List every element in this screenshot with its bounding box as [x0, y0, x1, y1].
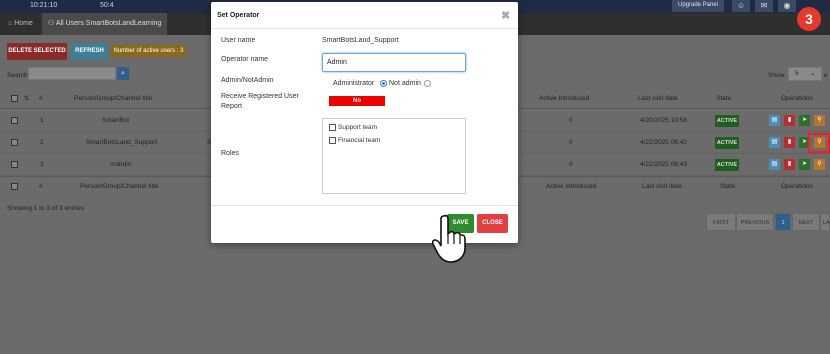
entries-info: Showing 1 to 3 of 3 entries [7, 205, 84, 212]
user-icon[interactable]: ☺ [732, 0, 750, 12]
page-last-button[interactable]: LA [820, 213, 830, 231]
page-previous-button[interactable]: PREVIOUS [736, 213, 774, 231]
row-checkbox[interactable] [11, 161, 18, 168]
view-icon[interactable]: ▤ [769, 137, 780, 148]
modal-title: Set Operator [217, 12, 260, 19]
col-last-visit[interactable]: Last visit date [638, 89, 678, 109]
clock-text: 10:21:10 [30, 2, 58, 9]
support-team-checkbox[interactable] [329, 124, 336, 131]
row-active: 0 [569, 161, 573, 168]
support-team-label: Support team [338, 124, 378, 131]
status-badge: ACTIVE [715, 159, 739, 171]
page-size-value: 5 [795, 70, 799, 77]
row-date: 4/20/2025 10:58 [640, 117, 687, 124]
financial-team-checkbox[interactable] [329, 137, 336, 144]
select-all-checkbox-footer[interactable] [11, 183, 18, 190]
send-icon[interactable]: ➤ [799, 115, 810, 126]
operator-name-value: Admin [327, 59, 347, 66]
show-suffix: e [824, 72, 828, 79]
select-all-checkbox[interactable] [11, 95, 18, 102]
delete-selected-button[interactable]: DELETE SELECTED [7, 43, 67, 60]
row-checkbox[interactable] [11, 139, 18, 146]
status-badge: ACTIVE [715, 115, 739, 127]
operator-name-input[interactable]: Admin [322, 53, 466, 72]
col-state-footer: State [720, 183, 736, 190]
row-active: 0 [569, 139, 573, 146]
col-last-visit-footer: Last visit date [642, 183, 682, 190]
user-name-label: User name [221, 37, 256, 44]
status-badge: ACTIVE [715, 137, 739, 149]
col-operations-footer: Operations [781, 183, 813, 190]
page-size-select[interactable]: 5 ⌄ [788, 67, 822, 81]
admin-label: Admin/NotAdmin [221, 77, 274, 84]
delete-icon[interactable]: ▮ [784, 159, 795, 170]
col-title[interactable]: Person/Group/Channel title [74, 89, 152, 109]
row-checkbox[interactable] [11, 117, 18, 124]
delete-icon[interactable]: ▮ [784, 115, 795, 126]
tab-home[interactable]: ⌂ Home [2, 13, 39, 35]
step-badge: 3 [797, 7, 821, 31]
highlight-box [808, 133, 830, 153]
view-icon[interactable]: ▤ [769, 159, 780, 170]
set-operator-icon[interactable]: ⚲ [814, 115, 825, 126]
close-button[interactable]: CLOSE [477, 214, 508, 233]
roles-list: Support team Financial team [322, 118, 466, 194]
roles-label: Roles [221, 150, 239, 157]
active-users-badge: Number of active users : 3 [111, 45, 186, 57]
megaphone-icon[interactable]: ✉ [755, 0, 773, 12]
row-number: 1 [40, 117, 44, 124]
row-title: SmartBot [102, 117, 130, 124]
globe-icon[interactable]: ◉ [778, 0, 796, 12]
administrator-radio[interactable] [380, 80, 387, 87]
users-icon: ⚇ [48, 20, 55, 27]
row-number: 2 [40, 139, 44, 146]
upgrade-panel-button[interactable]: Upgrade Panel [672, 0, 724, 12]
row-date: 4/22/2025 06:42 [640, 139, 687, 146]
administrator-option-label: Administrator [333, 80, 375, 87]
status-text: 50:4 [100, 2, 114, 9]
col-number-footer: # [39, 183, 43, 190]
row-date: 4/22/2025 06:43 [640, 161, 687, 168]
row-number: 3 [40, 161, 44, 168]
col-operations: Operations [781, 95, 813, 102]
col-active-introduced[interactable]: Active Introduced [539, 89, 589, 109]
chevron-down-icon: ⌄ [810, 70, 816, 77]
modal-divider [211, 28, 518, 29]
home-icon: ⌂ [8, 20, 13, 27]
send-icon[interactable]: ➤ [799, 159, 810, 170]
close-icon[interactable]: ✖ [501, 9, 510, 22]
row-title: SmartBotsLand_Support [86, 139, 158, 146]
col-number[interactable]: # [39, 89, 43, 109]
delete-icon[interactable]: ▮ [784, 137, 795, 148]
user-name-value: SmartBotsLand_Support [322, 37, 399, 44]
page-next-button[interactable]: NEXT [792, 213, 820, 231]
receive-report-toggle[interactable]: No [329, 96, 385, 106]
operator-name-label: Operator name [221, 56, 269, 63]
not-admin-radio[interactable] [424, 80, 431, 87]
pointer-hand-icon [432, 214, 466, 263]
not-admin-option-label: Not admin [389, 80, 421, 87]
page-first-button[interactable]: FIRST [706, 213, 736, 231]
financial-team-label: Financial team [338, 137, 381, 144]
page-current-button[interactable]: 1 [775, 213, 791, 231]
row-title: mahdis [110, 161, 131, 168]
search-input[interactable] [28, 67, 116, 80]
tab-all-users[interactable]: ⚇ All Users SmartBotsLandLearning [42, 13, 168, 35]
modal-footer-divider [211, 205, 518, 206]
receive-report-label: Receive Registered User Report [221, 93, 299, 110]
view-icon[interactable]: ▤ [769, 115, 780, 126]
col-active-footer: Active Introduced [546, 183, 597, 190]
set-operator-icon[interactable]: ⚲ [814, 159, 825, 170]
set-operator-modal: Set Operator ✖ User name SmartBotsLand_S… [211, 2, 518, 243]
row-active: 0 [569, 117, 573, 124]
search-label: Search: [7, 72, 30, 79]
tab-all-users-label: All Users SmartBotsLandLearning [55, 20, 162, 27]
tab-home-label: Home [14, 20, 33, 27]
search-icon[interactable]: ⌕ [117, 67, 129, 80]
show-label: Show: [768, 72, 787, 79]
refresh-button[interactable]: REFRESH [71, 43, 108, 60]
sort-icon[interactable]: ⇅ [24, 89, 29, 109]
col-state[interactable]: State [716, 89, 731, 109]
col-title-footer: Person/Group/Channel title [80, 183, 159, 190]
